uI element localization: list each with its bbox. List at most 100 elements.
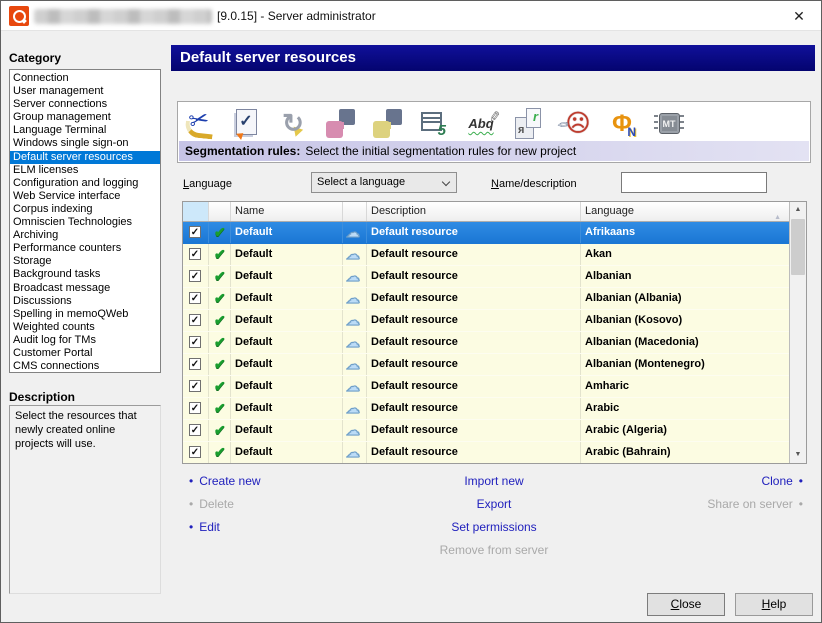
scroll-down-icon[interactable]: ▼ xyxy=(790,447,806,463)
table-vertical-scrollbar[interactable]: ▲ ▼ xyxy=(789,202,806,463)
row-checkbox[interactable]: ✓ xyxy=(189,380,201,392)
sidebar-item-customer-portal[interactable]: Customer Portal xyxy=(10,347,160,360)
qa-settings-icon[interactable]: r xyxy=(511,107,545,141)
sidebar-item-spelling-in-memoqweb[interactable]: Spelling in memoQWeb xyxy=(10,308,160,321)
table-row[interactable]: ✓✔Default☁Default resourceAlbanian (Mace… xyxy=(183,332,789,354)
scrollbar-thumb[interactable] xyxy=(791,219,805,275)
sidebar-item-connection[interactable]: Connection xyxy=(10,72,160,85)
column-header-language[interactable]: Language▲ xyxy=(581,202,789,221)
sidebar-item-weighted-counts[interactable]: Weighted counts xyxy=(10,321,160,334)
scroll-up-icon[interactable]: ▲ xyxy=(790,202,806,218)
forbidden-terms-icon[interactable]: ☹ xyxy=(558,107,592,141)
bullet-icon: • xyxy=(189,497,193,511)
table-row[interactable]: ✓✔Default☁Default resourceAlbanian (Koso… xyxy=(183,310,789,332)
sidebar-item-group-management[interactable]: Group management xyxy=(10,111,160,124)
active-check-icon: ✔ xyxy=(214,290,226,306)
row-checkbox[interactable]: ✓ xyxy=(189,314,201,326)
sidebar-item-configuration-and-logging[interactable]: Configuration and logging xyxy=(10,177,160,190)
resource-table-body: ✓✔Default☁Default resourceAfrikaans✓✔Def… xyxy=(183,222,789,463)
segmentation-rules-icon[interactable]: ✂ xyxy=(182,107,216,141)
help-button[interactable]: Help xyxy=(735,593,813,616)
chevron-down-icon xyxy=(442,178,450,186)
row-checkbox[interactable]: ✓ xyxy=(189,292,201,304)
action-import-new[interactable]: Import new xyxy=(301,475,687,488)
export-settings-icon[interactable] xyxy=(323,107,357,141)
table-row[interactable]: ✓✔Default☁Default resourceAfrikaans xyxy=(183,222,789,244)
column-header-checkbox[interactable] xyxy=(183,202,209,221)
resource-type-hint: Select the initial segmentation rules fo… xyxy=(305,144,576,158)
sidebar-item-cms-connections[interactable]: CMS connections xyxy=(10,360,160,373)
table-row[interactable]: ✓✔Default☁Default resourceAmharic xyxy=(183,376,789,398)
font-substitution-icon[interactable]: Φ xyxy=(605,107,639,141)
sidebar-item-server-connections[interactable]: Server connections xyxy=(10,98,160,111)
resource-type-name: Segmentation rules: xyxy=(185,144,300,158)
row-checkbox[interactable]: ✓ xyxy=(189,270,201,282)
sidebar-item-elm-licenses[interactable]: ELM licenses xyxy=(10,164,160,177)
resource-language: Arabic xyxy=(581,398,789,419)
sidebar-item-audit-log-for-tms[interactable]: Audit log for TMs xyxy=(10,334,160,347)
row-checkbox[interactable]: ✓ xyxy=(189,424,201,436)
resource-language: Albanian (Kosovo) xyxy=(581,310,789,331)
row-checkbox[interactable]: ✓ xyxy=(189,336,201,348)
sidebar-item-web-service-interface[interactable]: Web Service interface xyxy=(10,190,160,203)
close-window-button[interactable]: ✕ xyxy=(788,6,810,26)
active-check-icon: ✔ xyxy=(214,444,226,460)
tm-settings-icon[interactable]: ✓ xyxy=(229,107,263,141)
table-row[interactable]: ✓✔Default☁Default resourceAlbanian xyxy=(183,266,789,288)
resource-language: Amharic xyxy=(581,376,789,397)
cloud-icon: ☁ xyxy=(346,422,360,438)
sidebar-item-language-terminal[interactable]: Language Terminal xyxy=(10,124,160,137)
column-header-active[interactable] xyxy=(209,202,231,221)
close-button[interactable]: Close xyxy=(647,593,725,616)
language-filter-dropdown[interactable]: Select a language xyxy=(311,172,457,193)
table-row[interactable]: ✓✔Default☁Default resourceArabic (Bahrai… xyxy=(183,442,789,463)
row-checkbox[interactable]: ✓ xyxy=(189,248,201,260)
row-checkbox[interactable]: ✓ xyxy=(189,358,201,370)
sidebar-item-default-server-resources[interactable]: Default server resources xyxy=(10,151,160,164)
row-checkbox[interactable]: ✓ xyxy=(189,402,201,414)
action-create-new[interactable]: •Create new xyxy=(189,475,261,488)
column-header-location[interactable] xyxy=(343,202,367,221)
cloud-icon: ☁ xyxy=(346,378,360,394)
sidebar-item-storage[interactable]: Storage xyxy=(10,255,160,268)
sidebar-item-corpus-indexing[interactable]: Corpus indexing xyxy=(10,203,160,216)
sidebar-item-omniscien-technologies[interactable]: Omniscien Technologies xyxy=(10,216,160,229)
action-clone[interactable]: Clone• xyxy=(707,475,803,488)
table-row[interactable]: ✓✔Default☁Default resourceAkan xyxy=(183,244,789,266)
action-export[interactable]: Export xyxy=(301,498,687,511)
resource-description: Default resource xyxy=(367,376,581,397)
table-row[interactable]: ✓✔Default☁Default resourceAlbanian (Alba… xyxy=(183,288,789,310)
sidebar-item-background-tasks[interactable]: Background tasks xyxy=(10,268,160,281)
column-header-description[interactable]: Description xyxy=(367,202,581,221)
resource-language: Albanian (Albania) xyxy=(581,288,789,309)
mt-settings-icon[interactable]: MT xyxy=(652,107,686,141)
sidebar-item-performance-counters[interactable]: Performance counters xyxy=(10,242,160,255)
resource-name: Default xyxy=(231,288,343,309)
table-row[interactable]: ✓✔Default☁Default resourceArabic xyxy=(183,398,789,420)
row-checkbox[interactable]: ✓ xyxy=(189,226,201,238)
resource-language: Albanian xyxy=(581,266,789,287)
table-row[interactable]: ✓✔Default☁Default resourceAlbanian (Mont… xyxy=(183,354,789,376)
action-edit[interactable]: •Edit xyxy=(189,521,261,534)
sidebar-item-discussions[interactable]: Discussions xyxy=(10,295,160,308)
action-set-permissions[interactable]: Set permissions xyxy=(301,521,687,534)
name-filter-input[interactable] xyxy=(621,172,767,193)
non-translatables-icon[interactable]: 5 xyxy=(417,107,451,141)
cloud-icon: ☁ xyxy=(346,334,360,350)
bullet-icon: • xyxy=(189,520,193,534)
cloud-icon: ☁ xyxy=(346,444,360,460)
category-heading: Category xyxy=(9,51,61,65)
resource-type-toolbox: ✂ ✓ ↻ 5 Abqr ☹ Φ MT Segmentation rules: Select t… xyxy=(177,101,811,163)
sidebar-item-archiving[interactable]: Archiving xyxy=(10,229,160,242)
filter-configurations-icon[interactable] xyxy=(370,107,404,141)
row-checkbox[interactable]: ✓ xyxy=(189,446,201,458)
table-row[interactable]: ✓✔Default☁Default resourceArabic (Algeri… xyxy=(183,420,789,442)
actions-center-column: Import newExportSet permissionsRemove fr… xyxy=(301,475,687,567)
auto-translation-rules-icon[interactable]: ↻ xyxy=(276,107,310,141)
column-header-name[interactable]: Name xyxy=(231,202,343,221)
sidebar-item-broadcast-message[interactable]: Broadcast message xyxy=(10,282,160,295)
sidebar-item-windows-single-sign-on[interactable]: Windows single sign-on xyxy=(10,137,160,150)
sidebar-item-user-management[interactable]: User management xyxy=(10,85,160,98)
ignore-lists-icon[interactable]: Abq xyxy=(464,107,498,141)
cloud-icon: ☁ xyxy=(346,246,360,262)
